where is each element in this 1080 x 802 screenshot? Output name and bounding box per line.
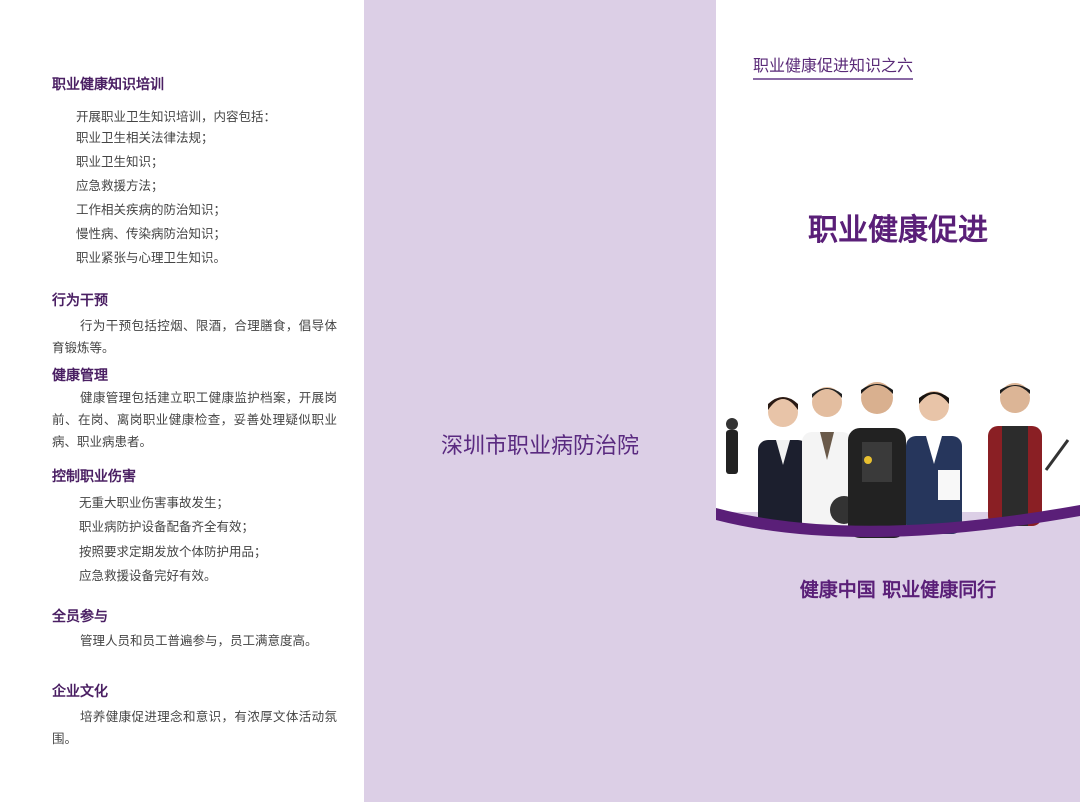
injury-item: 应急救援设备完好有效。 <box>79 568 217 583</box>
training-item: 职业卫生相关法律法规； <box>76 130 214 145</box>
training-item: 职业紧张与心理卫生知识。 <box>76 250 227 265</box>
section-title-culture: 企业文化 <box>52 684 108 700</box>
main-title: 职业健康促进 <box>808 213 988 248</box>
worker-figure <box>906 391 962 534</box>
participation-text: 管理人员和员工普遍参与，员工满意度高。 <box>80 633 318 648</box>
training-item: 应急救援方法； <box>76 178 164 193</box>
section-title-health-management: 健康管理 <box>52 368 108 384</box>
slogan: 健康中国 职业健康同行 <box>799 579 997 601</box>
injury-item: 按照要求定期发放个体防护用品； <box>79 544 267 559</box>
series-label: 职业健康促进知识之六 <box>753 52 914 80</box>
injury-item: 无重大职业伤害事故发生； <box>79 495 230 510</box>
section-title-injury-control: 控制职业伤害 <box>52 469 136 485</box>
injury-item: 职业病防护设备配备齐全有效； <box>79 519 255 534</box>
slogan-band <box>716 512 1080 802</box>
middle-panel: 深圳市职业病防治院 <box>364 0 716 802</box>
worker-figure <box>848 382 906 538</box>
worker-figure <box>726 397 808 530</box>
workers-photo <box>716 382 1080 538</box>
institute-name: 深圳市职业病防治院 <box>440 434 639 459</box>
training-intro: 开展职业卫生知识培训，内容包括： <box>76 109 277 124</box>
training-item: 职业卫生知识； <box>76 154 164 169</box>
section-title-training: 职业健康知识培训 <box>52 77 164 93</box>
section-title-participation: 全员参与 <box>52 609 108 625</box>
left-panel: 职业健康知识培训 开展职业卫生知识培训，内容包括： 职业卫生相关法律法规； 职业… <box>0 0 364 802</box>
health-management-text: 健康管理包括建立职工健康监护档案，开展岗前、在岗、离岗职业健康检查，妥善处理疑似… <box>52 390 337 449</box>
section-title-behavior: 行为干预 <box>52 293 108 309</box>
right-panel: 职业健康促进知识之六 职业健康促进 健康中国 职业健康同行 <box>716 0 1080 802</box>
culture-text: 培养健康促进理念和意识，有浓厚文体活动氛围。 <box>52 709 337 746</box>
worker-figure <box>988 383 1070 526</box>
training-item: 慢性病、传染病防治知识； <box>76 226 227 241</box>
training-item: 工作相关疾病的防治知识； <box>76 202 227 217</box>
behavior-text: 行为干预包括控烟、限酒，合理膳食，倡导体育锻炼等。 <box>52 318 337 355</box>
